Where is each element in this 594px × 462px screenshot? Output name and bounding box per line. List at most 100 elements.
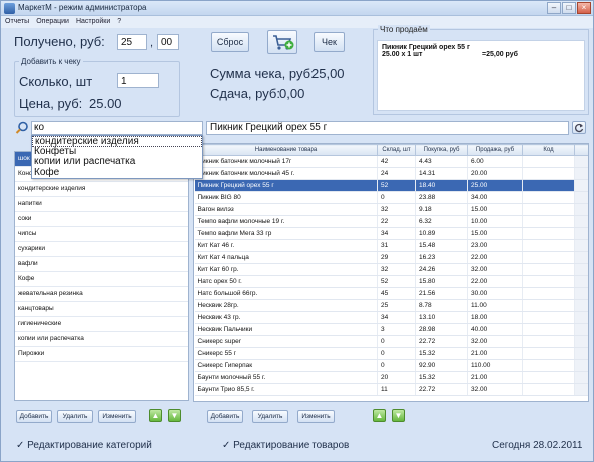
menu-settings[interactable]: Настройки — [76, 16, 110, 28]
category-item[interactable]: жевательная резинка — [15, 287, 188, 302]
close-icon[interactable]: × — [577, 2, 591, 14]
suggestion-item[interactable]: кондитерские изделия — [32, 136, 202, 147]
scrollbar-track[interactable] — [574, 215, 588, 228]
table-row[interactable]: Натс большой 66гр. 45 21.56 30.00 — [194, 287, 588, 300]
scrollbar-track[interactable] — [574, 167, 588, 180]
category-item[interactable]: напитки — [15, 197, 188, 212]
menu-operations[interactable]: Операции — [36, 16, 69, 28]
col-sell-header[interactable]: Продажа, руб — [467, 144, 523, 156]
product-sell-cell: 10.00 — [467, 215, 523, 228]
scrollbar-track[interactable] — [574, 251, 588, 264]
table-row[interactable]: Пикник батончик молочный 17г 42 4.43 6.00 — [194, 155, 588, 168]
table-row[interactable]: Несквик 28гр. 25 8.78 11.00 — [194, 299, 588, 312]
edit-category-button[interactable]: Изменить — [98, 410, 136, 423]
product-sell-cell: 22.00 — [467, 251, 523, 264]
table-row[interactable]: Сникерс 55 г 0 15.32 21.00 — [194, 347, 588, 360]
check-button[interactable]: Чек — [314, 32, 345, 52]
add-product-button[interactable]: Добавить — [207, 410, 243, 423]
scrollbar-track[interactable] — [574, 275, 588, 288]
minimize-icon[interactable]: – — [547, 2, 561, 14]
move-down-icon[interactable]: ▼ — [392, 409, 405, 422]
maximize-icon[interactable]: □ — [562, 2, 576, 14]
category-item[interactable]: копии или распечатка — [15, 332, 188, 347]
table-row[interactable]: Сникерс Гиперпак 0 92.90 110.00 — [194, 359, 588, 372]
category-item[interactable]: Кофе — [15, 272, 188, 287]
add-to-cart-button[interactable] — [267, 30, 297, 54]
edit-products-checkbox[interactable]: ✓ Редактирование товаров — [222, 440, 349, 451]
scrollbar-track[interactable] — [574, 203, 588, 216]
product-code-cell — [522, 215, 575, 228]
product-sell-cell: 22.00 — [467, 275, 523, 288]
search-input[interactable]: ко — [31, 121, 203, 135]
table-row[interactable]: Сникерс super 0 22.72 32.00 — [194, 335, 588, 348]
col-name-header[interactable]: Наименование товара — [194, 144, 378, 156]
quantity-input[interactable]: 1 — [117, 73, 159, 88]
suggestion-item[interactable]: копии или распечатка — [32, 157, 202, 168]
move-up-icon[interactable]: ▲ — [149, 409, 162, 422]
table-row[interactable]: Баунти Трио 85,5 г. 11 22.72 32.00 — [194, 383, 588, 396]
table-row[interactable]: Темпо вафли Мега 33 гр 34 10.89 15.00 — [194, 227, 588, 240]
delete-product-button[interactable]: Удалить — [252, 410, 288, 423]
rubles-input[interactable]: 25 — [117, 34, 147, 50]
receipt-item-sum: =25,00 руб — [482, 51, 518, 58]
kopecks-input[interactable]: 00 — [157, 34, 179, 50]
scrollbar-track[interactable] — [574, 311, 588, 324]
product-name-cell: Кит Кат 46 г. — [194, 239, 378, 252]
scrollbar-track[interactable] — [574, 191, 588, 204]
table-row[interactable]: Пикник BIG 80 0 23.88 34.00 — [194, 191, 588, 204]
scrollbar-track[interactable] — [574, 227, 588, 240]
scrollbar-track[interactable] — [574, 299, 588, 312]
scrollbar-track[interactable] — [574, 359, 588, 372]
table-row[interactable]: Пикник батончик молочный 45 г. 24 14.31 20.… — [194, 167, 588, 180]
scrollbar-track[interactable] — [574, 239, 588, 252]
edit-product-button[interactable]: Изменить — [297, 410, 335, 423]
refresh-button[interactable] — [572, 121, 586, 134]
suggestion-item[interactable]: Кофе — [32, 167, 202, 179]
scrollbar-track[interactable] — [574, 155, 588, 168]
category-item[interactable]: гигиенические — [15, 317, 188, 332]
scrollbar-track[interactable] — [574, 287, 588, 300]
table-row[interactable]: Вагон вилэз 32 9.18 15.00 — [194, 203, 588, 216]
category-item[interactable]: сухарики — [15, 242, 188, 257]
table-row[interactable]: Несквик Пальчики 3 28.98 40.00 — [194, 323, 588, 336]
scrollbar-track[interactable] — [574, 335, 588, 348]
table-row[interactable]: Пикник Грецкий орех 55 г 52 18.40 25.00 — [194, 179, 588, 192]
edit-categories-checkbox[interactable]: ✓ Редактирование категорий — [16, 440, 152, 451]
table-row[interactable]: Кит Кат 46 г. 31 15.48 23.00 — [194, 239, 588, 252]
table-row[interactable]: Темпо вафли молочные 19 г. 22 6.32 10.00 — [194, 215, 588, 228]
menu-reports[interactable]: Отчеты — [5, 16, 29, 28]
category-item[interactable]: соки — [15, 212, 188, 227]
product-sell-cell: 15.00 — [467, 203, 523, 216]
col-stock-header[interactable]: Склад, шт — [377, 144, 416, 156]
category-item[interactable]: чипсы — [15, 227, 188, 242]
table-row[interactable]: Кит Кат 4 пальца 29 16.23 22.00 — [194, 251, 588, 264]
col-code-header[interactable]: Код — [522, 144, 575, 156]
category-item[interactable]: канцтовары — [15, 302, 188, 317]
product-table: Наименование товара Склад, шт Покупка, р… — [193, 143, 589, 402]
table-row[interactable]: Баунти молочный 55 г. 20 15.32 21.00 — [194, 371, 588, 384]
product-name-cell: Темпо вафли Мега 33 гр — [194, 227, 378, 240]
product-name-cell: Сникерс super — [194, 335, 378, 348]
delete-category-button[interactable]: Удалить — [57, 410, 93, 423]
scrollbar-track[interactable] — [574, 371, 588, 384]
category-item[interactable]: Пирожки — [15, 347, 188, 362]
scrollbar-track[interactable] — [574, 263, 588, 276]
scrollbar-track[interactable] — [574, 323, 588, 336]
table-row[interactable]: Натс орех 50 г. 52 15.80 22.00 — [194, 275, 588, 288]
table-row[interactable]: Несквик 43 гр. 34 13.10 18.00 — [194, 311, 588, 324]
scrollbar-track[interactable] — [574, 383, 588, 396]
product-buy-cell: 16.23 — [415, 251, 468, 264]
menu-help[interactable]: ? — [117, 16, 121, 28]
app-window: МаркетМ - режим администратора – □ × Отч… — [0, 0, 594, 462]
col-buy-header[interactable]: Покупка, руб — [415, 144, 468, 156]
reset-button[interactable]: Сброс — [211, 32, 249, 52]
add-category-button[interactable]: Добавить — [16, 410, 52, 423]
move-down-icon[interactable]: ▼ — [168, 409, 181, 422]
table-row[interactable]: Кит Кат 60 гр. 32 24.26 32.00 — [194, 263, 588, 276]
category-item[interactable]: кондитерские изделия — [15, 182, 188, 197]
scrollbar-track[interactable] — [574, 347, 588, 360]
category-item[interactable]: вафли — [15, 257, 188, 272]
scrollbar-track[interactable] — [574, 179, 588, 192]
product-sell-cell: 21.00 — [467, 347, 523, 360]
move-up-icon[interactable]: ▲ — [373, 409, 386, 422]
